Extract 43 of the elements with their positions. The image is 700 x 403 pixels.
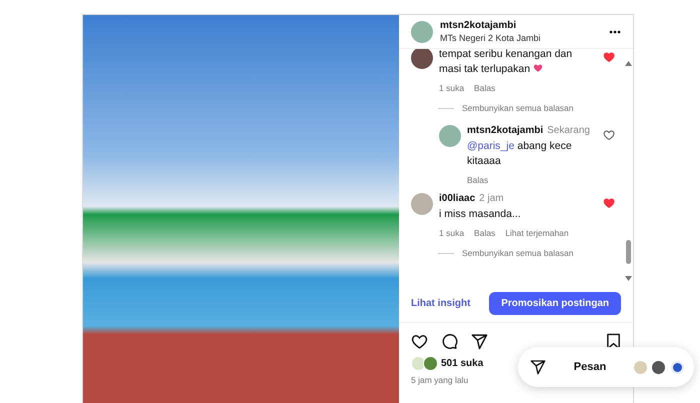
like-count[interactable]: 501 suka [441, 358, 484, 369]
messages-button[interactable]: Pesan [518, 347, 694, 387]
avatar [652, 360, 665, 374]
promote-button[interactable]: Promosikan postingan [489, 292, 621, 315]
comment-text: i miss masanda... [439, 207, 522, 222]
more-icon[interactable] [609, 30, 621, 34]
heart-icon[interactable] [603, 129, 615, 141]
avatar [411, 193, 433, 215]
hide-replies-link[interactable]: Sembunyikan semua balasan [462, 103, 574, 113]
avatar [634, 360, 647, 374]
translate-link[interactable]: Lihat terjemahan [505, 228, 569, 238]
comment-time: 2 jam [479, 193, 504, 204]
heart-icon[interactable] [411, 333, 428, 350]
like-count[interactable]: 1 suka [439, 83, 464, 93]
reply-link[interactable]: Balas [474, 228, 496, 238]
comment-text: @paris_je abang kece kitaaaa [467, 139, 573, 169]
comment-icon[interactable] [441, 333, 458, 350]
avatar [411, 49, 433, 69]
scroll-up-icon[interactable] [624, 61, 632, 66]
like-count[interactable]: 1 suka [439, 228, 464, 238]
account-subtitle: MTs Negeri 2 Kota Jambi [440, 33, 542, 43]
heart-emoji-icon [532, 63, 543, 73]
avatar [439, 125, 461, 147]
post-time: 5 jam yang lalu [410, 374, 470, 385]
avatar [423, 356, 438, 371]
scrollbar-thumb[interactable] [626, 240, 630, 264]
account-username[interactable]: mtsn2kotajambi [440, 20, 602, 31]
insight-link[interactable]: Lihat insight [411, 298, 470, 309]
avatar [671, 360, 684, 374]
comment-time: Sekarang [547, 125, 590, 136]
scroll-down-icon[interactable] [624, 276, 632, 281]
comment-text: tempat seribu kenangan dan masi tak terlupakan [439, 49, 574, 77]
comment-username[interactable]: mtsn2kotajambi [467, 125, 544, 136]
send-icon [530, 359, 546, 375]
reply-link[interactable]: Balas [467, 175, 488, 185]
avatar [411, 20, 433, 42]
hide-replies-link[interactable]: Sembunyikan semua balasan [462, 248, 574, 258]
comment-username[interactable]: i00liaac [439, 193, 476, 204]
reply-link[interactable]: Balas [474, 83, 496, 93]
avatar [411, 356, 426, 371]
bookmark-icon[interactable] [606, 333, 621, 350]
send-icon[interactable] [471, 333, 488, 350]
mention-link[interactable]: @paris_je [467, 140, 514, 152]
